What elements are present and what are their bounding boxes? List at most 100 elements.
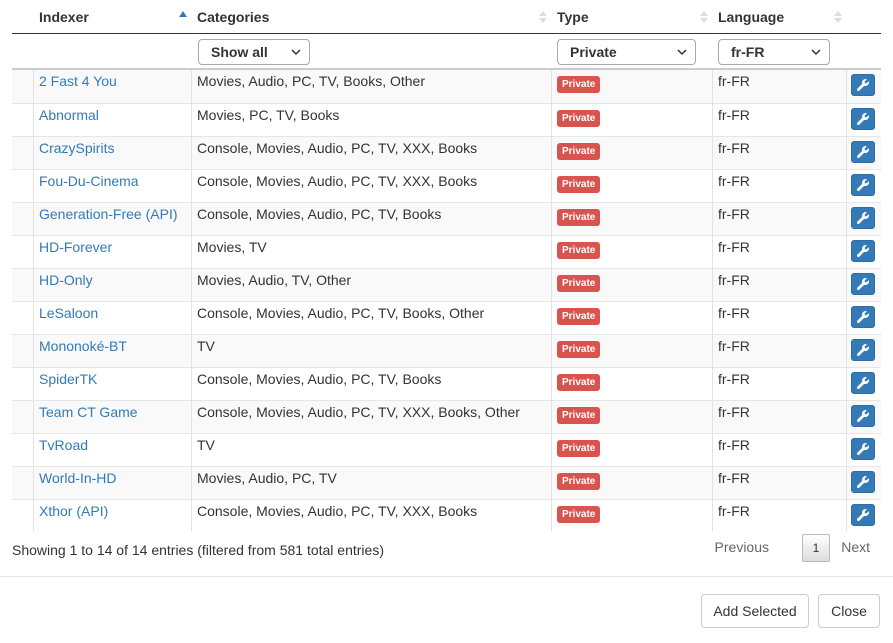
indexer-categories: Console, Movies, Audio, PC, TV, XXX, Boo… bbox=[197, 404, 520, 420]
table-row: Mononoké-BT TV Private fr-FR bbox=[12, 334, 881, 368]
wrench-icon bbox=[856, 277, 870, 291]
wrench-icon bbox=[856, 475, 870, 489]
sort-both-icon[interactable] bbox=[536, 0, 550, 33]
column-header-type[interactable]: Type bbox=[557, 0, 589, 33]
chevron-down-icon bbox=[291, 40, 301, 64]
indexer-categories: Movies, Audio, PC, TV bbox=[197, 470, 337, 486]
indexer-language: fr-FR bbox=[718, 73, 750, 89]
indexer-name-link[interactable]: HD-Forever bbox=[39, 239, 112, 255]
indexer-name-link[interactable]: Team CT Game bbox=[39, 404, 138, 420]
wrench-icon bbox=[856, 376, 870, 390]
select-cell[interactable] bbox=[12, 302, 34, 335]
table-row: 2 Fast 4 You Movies, Audio, PC, TV, Books… bbox=[12, 70, 881, 103]
select-cell[interactable] bbox=[12, 500, 34, 531]
close-button[interactable]: Close bbox=[818, 594, 880, 628]
type-filter-select[interactable]: Private bbox=[557, 39, 696, 65]
filter-row: Show all Private fr-FR bbox=[12, 34, 881, 70]
select-cell[interactable] bbox=[12, 137, 34, 170]
next-page-button[interactable]: Next bbox=[841, 539, 870, 555]
column-header-categories[interactable]: Categories bbox=[197, 0, 269, 33]
table-header: Indexer Categories Type Language bbox=[12, 0, 881, 34]
indexer-name-link[interactable]: Abnormal bbox=[39, 107, 99, 123]
indexer-categories: Console, Movies, Audio, PC, TV, XXX, Boo… bbox=[197, 503, 478, 519]
sort-both-icon[interactable] bbox=[831, 0, 845, 33]
indexer-categories: TV bbox=[197, 338, 215, 354]
type-badge: Private bbox=[557, 374, 601, 391]
configure-button[interactable] bbox=[851, 504, 875, 526]
sort-asc-icon[interactable] bbox=[176, 0, 190, 33]
indexer-name-link[interactable]: 2 Fast 4 You bbox=[39, 73, 117, 89]
indexer-language: fr-FR bbox=[718, 107, 750, 123]
select-cell[interactable] bbox=[12, 203, 34, 236]
page-1-button[interactable]: 1 bbox=[802, 534, 830, 562]
wrench-icon bbox=[856, 310, 870, 324]
configure-button[interactable] bbox=[851, 74, 875, 96]
table-row: Fou-Du-Cinema Console, Movies, Audio, PC,… bbox=[12, 169, 881, 203]
configure-button[interactable] bbox=[851, 240, 875, 262]
indexer-name-link[interactable]: World-In-HD bbox=[39, 470, 117, 486]
type-badge: Private bbox=[557, 308, 601, 325]
indexer-name-link[interactable]: Xthor (API) bbox=[39, 503, 108, 519]
indexer-name-link[interactable]: Fou-Du-Cinema bbox=[39, 173, 139, 189]
type-badge: Private bbox=[557, 341, 601, 358]
indexer-categories: Console, Movies, Audio, PC, TV, XXX, Boo… bbox=[197, 140, 478, 156]
indexer-categories: Console, Movies, Audio, PC, TV, Books bbox=[197, 206, 442, 222]
select-cell[interactable] bbox=[12, 467, 34, 500]
table-row: Team CT Game Console, Movies, Audio, PC, … bbox=[12, 400, 881, 434]
indexer-name-link[interactable]: HD-Only bbox=[39, 272, 93, 288]
wrench-icon bbox=[856, 244, 870, 258]
sort-both-icon[interactable] bbox=[697, 0, 711, 33]
configure-button[interactable] bbox=[851, 471, 875, 493]
chevron-down-icon bbox=[677, 40, 687, 64]
configure-button[interactable] bbox=[851, 372, 875, 394]
configure-button[interactable] bbox=[851, 306, 875, 328]
indexer-language: fr-FR bbox=[718, 470, 750, 486]
add-selected-button[interactable]: Add Selected bbox=[701, 594, 809, 628]
indexer-categories: Console, Movies, Audio, PC, TV, XXX, Boo… bbox=[197, 173, 478, 189]
select-cell[interactable] bbox=[12, 434, 34, 467]
type-badge: Private bbox=[557, 275, 601, 292]
language-filter-select[interactable]: fr-FR bbox=[718, 39, 830, 65]
select-cell[interactable] bbox=[12, 401, 34, 434]
configure-button[interactable] bbox=[851, 438, 875, 460]
select-cell[interactable] bbox=[12, 236, 34, 269]
indexer-name-link[interactable]: SpiderTK bbox=[39, 371, 97, 387]
select-cell[interactable] bbox=[12, 269, 34, 302]
select-cell[interactable] bbox=[12, 368, 34, 401]
indexer-categories: TV bbox=[197, 437, 215, 453]
column-header-indexer[interactable]: Indexer bbox=[39, 0, 89, 33]
configure-button[interactable] bbox=[851, 174, 875, 196]
wrench-icon bbox=[856, 78, 870, 92]
select-cell[interactable] bbox=[12, 70, 34, 103]
type-badge: Private bbox=[557, 176, 601, 193]
configure-button[interactable] bbox=[851, 405, 875, 427]
column-header-language[interactable]: Language bbox=[718, 0, 784, 33]
configure-button[interactable] bbox=[851, 273, 875, 295]
select-cell[interactable] bbox=[12, 170, 34, 203]
indexer-name-link[interactable]: Mononoké-BT bbox=[39, 338, 127, 354]
select-cell[interactable] bbox=[12, 335, 34, 368]
indexer-name-link[interactable]: TvRoad bbox=[39, 437, 88, 453]
indexer-name-link[interactable]: LeSaloon bbox=[39, 305, 98, 321]
wrench-icon bbox=[856, 343, 870, 357]
modal-footer: Add Selected Close bbox=[0, 576, 893, 643]
type-badge: Private bbox=[557, 506, 601, 523]
configure-button[interactable] bbox=[851, 339, 875, 361]
table-row: TvRoad TV Private fr-FR bbox=[12, 433, 881, 467]
indexer-language: fr-FR bbox=[718, 437, 750, 453]
type-badge: Private bbox=[557, 209, 601, 226]
configure-button[interactable] bbox=[851, 141, 875, 163]
indexer-language: fr-FR bbox=[718, 272, 750, 288]
indexer-language: fr-FR bbox=[718, 338, 750, 354]
indexer-language: fr-FR bbox=[718, 173, 750, 189]
select-cell[interactable] bbox=[12, 104, 34, 137]
indexer-name-link[interactable]: Generation-Free (API) bbox=[39, 206, 178, 222]
indexer-name-link[interactable]: CrazySpirits bbox=[39, 140, 114, 156]
wrench-icon bbox=[856, 409, 870, 423]
type-badge: Private bbox=[557, 473, 601, 490]
indexer-language: fr-FR bbox=[718, 140, 750, 156]
previous-page-button[interactable]: Previous bbox=[715, 539, 769, 555]
configure-button[interactable] bbox=[851, 207, 875, 229]
categories-filter-select[interactable]: Show all bbox=[198, 39, 310, 65]
configure-button[interactable] bbox=[851, 108, 875, 130]
